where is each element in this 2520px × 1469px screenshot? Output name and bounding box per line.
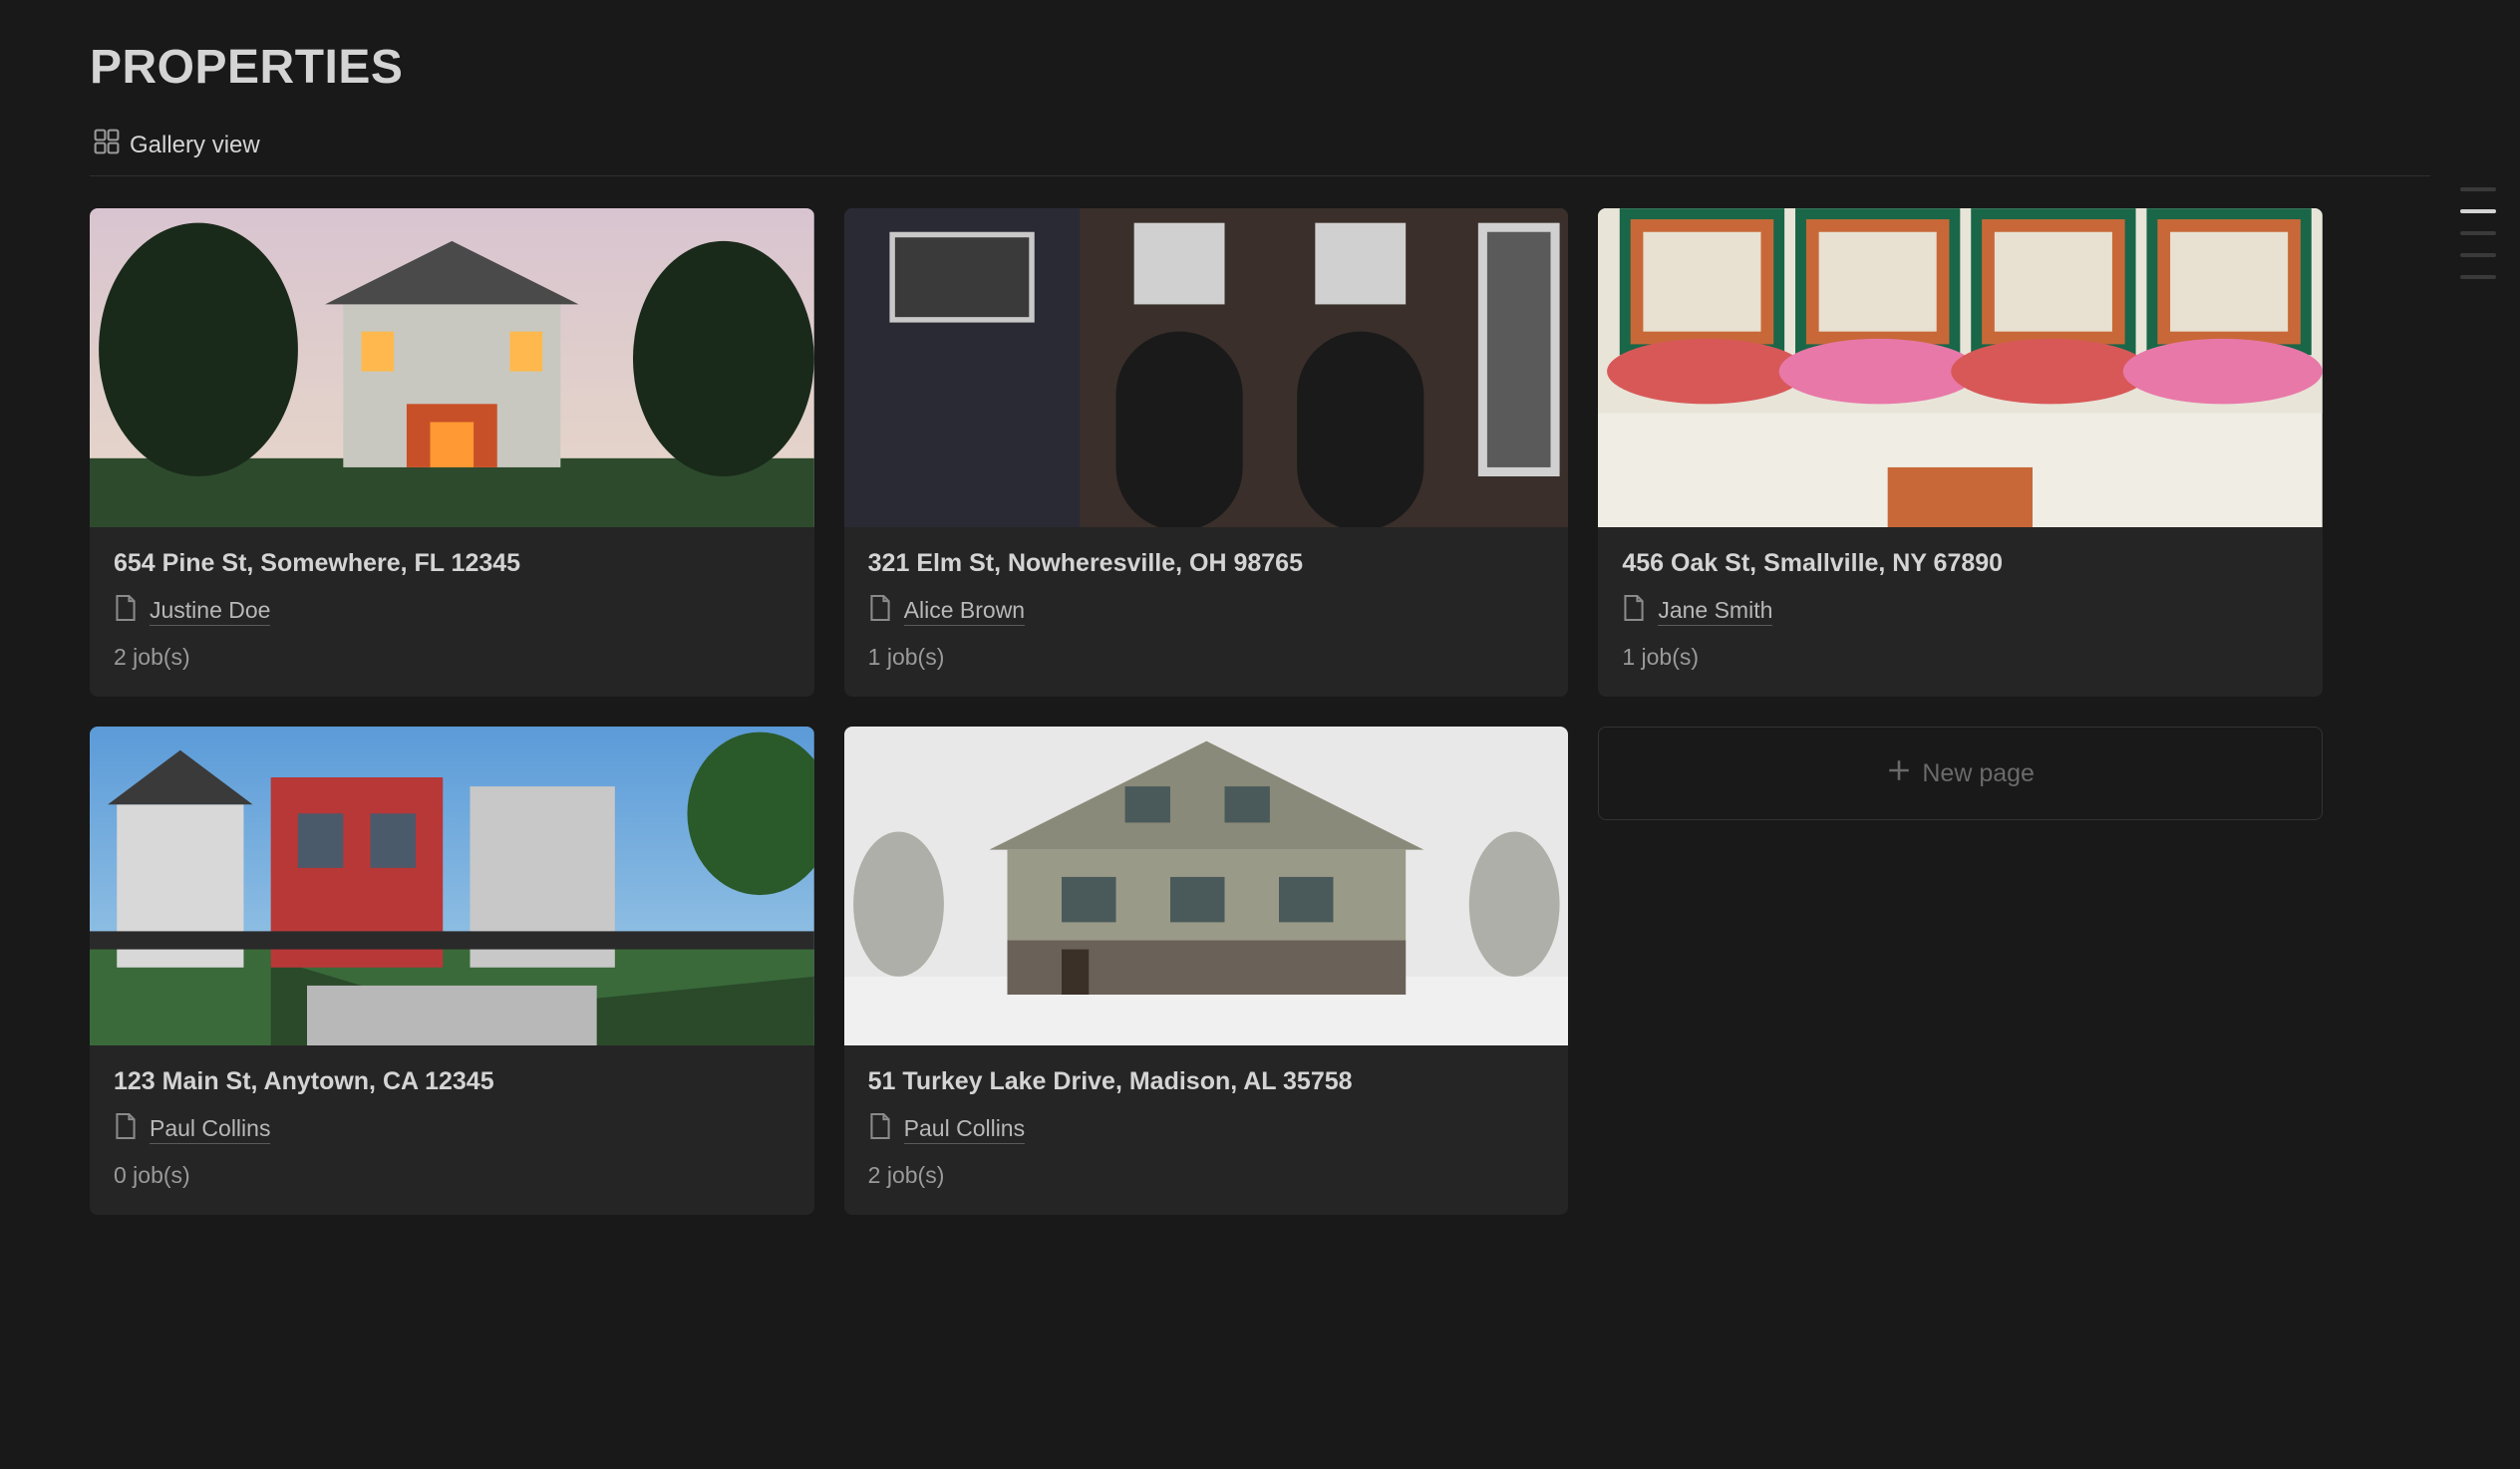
- page-icon: [868, 594, 892, 628]
- outline-line[interactable]: [2460, 209, 2496, 213]
- outline-line[interactable]: [2460, 231, 2496, 235]
- page-icon: [114, 1112, 138, 1146]
- property-address: 51 Turkey Lake Drive, Madison, AL 35758: [868, 1067, 1545, 1096]
- card-body: 654 Pine St, Somewhere, FL 12345 Justine…: [90, 527, 814, 697]
- outline-line[interactable]: [2460, 275, 2496, 279]
- person-name: Jane Smith: [1658, 597, 1772, 626]
- property-card[interactable]: 456 Oak St, Smallville, NY 67890 Jane Sm…: [1598, 208, 2323, 697]
- property-thumbnail: [844, 208, 1569, 527]
- property-card[interactable]: 321 Elm St, Nowheresville, OH 98765 Alic…: [844, 208, 1569, 697]
- property-jobs-count: 2 job(s): [114, 644, 790, 671]
- property-jobs-count: 1 job(s): [1622, 644, 2299, 671]
- property-person[interactable]: Jane Smith: [1622, 594, 2299, 628]
- card-body: 123 Main St, Anytown, CA 12345 Paul Coll…: [90, 1045, 814, 1215]
- property-address: 321 Elm St, Nowheresville, OH 98765: [868, 549, 1545, 578]
- page-icon: [114, 594, 138, 628]
- page-outline-rail[interactable]: [2460, 187, 2496, 279]
- property-jobs-count: 2 job(s): [868, 1162, 1545, 1189]
- property-thumbnail: [844, 727, 1569, 1045]
- property-card[interactable]: 123 Main St, Anytown, CA 12345 Paul Coll…: [90, 727, 814, 1215]
- tab-gallery-view[interactable]: Gallery view: [90, 119, 264, 175]
- person-name: Alice Brown: [904, 597, 1025, 626]
- card-body: 51 Turkey Lake Drive, Madison, AL 35758 …: [844, 1045, 1569, 1215]
- gallery-grid-icon: [94, 129, 120, 161]
- property-person[interactable]: Paul Collins: [114, 1112, 790, 1146]
- new-page-button[interactable]: New page: [1598, 727, 2323, 820]
- page-icon: [868, 1112, 892, 1146]
- property-person[interactable]: Alice Brown: [868, 594, 1545, 628]
- person-name: Justine Doe: [150, 597, 270, 626]
- property-thumbnail: [90, 727, 814, 1045]
- property-jobs-count: 0 job(s): [114, 1162, 790, 1189]
- property-address: 456 Oak St, Smallville, NY 67890: [1622, 549, 2299, 578]
- property-person[interactable]: Paul Collins: [868, 1112, 1545, 1146]
- outline-line[interactable]: [2460, 253, 2496, 257]
- new-page-label: New page: [1922, 759, 2035, 788]
- property-thumbnail: [90, 208, 814, 527]
- property-thumbnail: [1598, 208, 2323, 527]
- property-jobs-count: 1 job(s): [868, 644, 1545, 671]
- view-tabs: Gallery view: [90, 119, 2430, 176]
- card-body: 456 Oak St, Smallville, NY 67890 Jane Sm…: [1598, 527, 2323, 697]
- page-title: PROPERTIES: [90, 40, 2430, 95]
- person-name: Paul Collins: [150, 1115, 270, 1144]
- property-address: 123 Main St, Anytown, CA 12345: [114, 1067, 790, 1096]
- property-card[interactable]: 654 Pine St, Somewhere, FL 12345 Justine…: [90, 208, 814, 697]
- gallery-grid: 654 Pine St, Somewhere, FL 12345 Justine…: [90, 208, 2323, 1215]
- person-name: Paul Collins: [904, 1115, 1025, 1144]
- property-person[interactable]: Justine Doe: [114, 594, 790, 628]
- property-address: 654 Pine St, Somewhere, FL 12345: [114, 549, 790, 578]
- card-body: 321 Elm St, Nowheresville, OH 98765 Alic…: [844, 527, 1569, 697]
- outline-line[interactable]: [2460, 187, 2496, 191]
- property-card[interactable]: 51 Turkey Lake Drive, Madison, AL 35758 …: [844, 727, 1569, 1215]
- page-icon: [1622, 594, 1646, 628]
- plus-icon: [1886, 757, 1912, 790]
- tab-label: Gallery view: [130, 132, 260, 159]
